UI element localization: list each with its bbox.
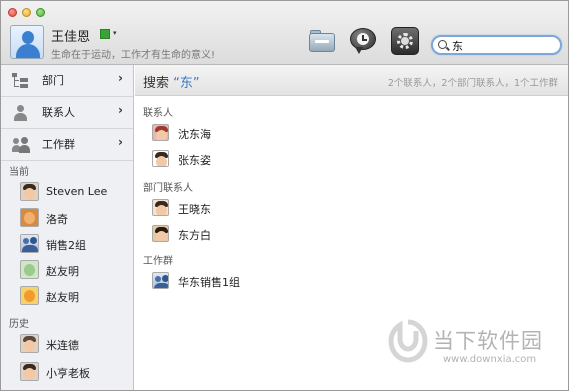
avatar bbox=[20, 182, 39, 201]
recent-item[interactable]: 洛奇 bbox=[1, 205, 133, 231]
sidebar-item-label: 工作群 bbox=[42, 138, 75, 151]
avatar bbox=[20, 260, 39, 279]
contact-name: 张东姿 bbox=[178, 154, 211, 167]
watermark-logo-icon bbox=[388, 319, 428, 363]
minimize-window-button[interactable] bbox=[22, 8, 31, 17]
sidebar-item-workgroups[interactable]: 工作群 › bbox=[1, 129, 133, 160]
results-search-term: “东” bbox=[173, 76, 200, 91]
chevron-right-icon: › bbox=[118, 71, 123, 85]
title-bar: 王佳恩 ▾ 生命在于运动，工作才有生命的意义! bbox=[1, 1, 568, 65]
history-button[interactable] bbox=[349, 27, 377, 55]
chevron-right-icon: › bbox=[118, 103, 123, 117]
recent-item[interactable]: 赵友明 bbox=[1, 257, 133, 283]
sidebar-item-label: 联系人 bbox=[42, 106, 75, 119]
watermark-url: www.downxia.com bbox=[443, 354, 537, 365]
results-header: 搜索 “东” 2个联系人，2个部门联系人，1个工作群 bbox=[135, 65, 568, 96]
avatar bbox=[20, 334, 39, 353]
dept-contacts-section-label: 部门联系人 bbox=[143, 183, 193, 194]
group-avatar-icon bbox=[152, 272, 169, 289]
folder-button[interactable] bbox=[308, 27, 336, 55]
user-name: 王佳恩 bbox=[51, 30, 91, 45]
contact-result[interactable]: 张东姿 bbox=[135, 146, 568, 171]
recent-item-name: 赵友明 bbox=[46, 291, 79, 304]
sidebar-item-departments[interactable]: 部门 › bbox=[1, 65, 133, 96]
section-current-label: 当前 bbox=[9, 167, 29, 178]
sidebar-item-contacts[interactable]: 联系人 › bbox=[1, 97, 133, 128]
online-status-icon[interactable] bbox=[100, 29, 110, 39]
workgroups-section-label: 工作群 bbox=[143, 256, 173, 267]
app-window: 王佳恩 ▾ 生命在于运动，工作才有生命的意义! 东 部门 › 联系人 › 工作群… bbox=[0, 0, 569, 391]
search-icon bbox=[438, 40, 447, 49]
recent-item-name: 销售2组 bbox=[46, 239, 86, 252]
dept-contact-result[interactable]: 东方白 bbox=[135, 221, 568, 246]
avatar bbox=[20, 286, 39, 305]
org-chart-icon bbox=[12, 73, 28, 89]
watermark-text: 当下软件园 bbox=[433, 329, 543, 353]
recent-item-name: Steven Lee bbox=[46, 185, 108, 198]
contacts-section-label: 联系人 bbox=[143, 108, 173, 119]
contact-name: 沈东海 bbox=[178, 128, 211, 141]
group-avatar-icon bbox=[20, 234, 39, 253]
sidebar: 部门 › 联系人 › 工作群 › 当前 Steven Lee 洛奇 销售2组 赵… bbox=[1, 65, 134, 390]
zoom-window-button[interactable] bbox=[36, 8, 45, 17]
history-item-name: 小亨老板 bbox=[46, 367, 90, 380]
contact-result[interactable]: 沈东海 bbox=[135, 120, 568, 145]
workgroup-result[interactable]: 华东销售1组 bbox=[135, 268, 568, 293]
contact-name: 东方白 bbox=[178, 229, 211, 242]
recent-item-name: 赵友明 bbox=[46, 265, 79, 278]
history-item[interactable]: 小亨老板 bbox=[1, 359, 133, 385]
avatar bbox=[20, 208, 39, 227]
avatar bbox=[152, 150, 169, 167]
chevron-right-icon: › bbox=[118, 135, 123, 149]
search-box[interactable] bbox=[431, 35, 562, 55]
settings-button[interactable] bbox=[391, 27, 419, 55]
results-title: 搜索 “东” bbox=[143, 72, 200, 91]
avatar bbox=[152, 225, 169, 242]
user-avatar[interactable] bbox=[10, 25, 44, 59]
person-icon bbox=[12, 105, 28, 121]
dept-contact-result[interactable]: 王晓东 bbox=[135, 195, 568, 220]
status-dropdown-icon[interactable]: ▾ bbox=[113, 29, 117, 37]
history-item-name: 米连德 bbox=[46, 339, 79, 352]
divider bbox=[1, 160, 133, 161]
group-icon bbox=[12, 137, 30, 153]
section-history-label: 历史 bbox=[9, 319, 29, 330]
results-summary: 2个联系人，2个部门联系人，1个工作群 bbox=[387, 78, 558, 89]
recent-item-name: 洛奇 bbox=[46, 213, 68, 226]
search-input[interactable] bbox=[452, 38, 557, 53]
avatar bbox=[20, 362, 39, 381]
avatar bbox=[152, 199, 169, 216]
results-title-prefix: 搜索 bbox=[143, 76, 170, 91]
recent-item[interactable]: Steven Lee bbox=[1, 179, 133, 205]
avatar bbox=[152, 124, 169, 141]
sidebar-item-label: 部门 bbox=[42, 74, 64, 87]
close-window-button[interactable] bbox=[8, 8, 17, 17]
workgroup-name: 华东销售1组 bbox=[178, 276, 240, 289]
user-motto[interactable]: 生命在于运动，工作才有生命的意义! bbox=[51, 46, 215, 61]
history-item[interactable]: 米连德 bbox=[1, 331, 133, 357]
contact-name: 王晓东 bbox=[178, 203, 211, 216]
recent-item[interactable]: 赵友明 bbox=[1, 283, 133, 309]
recent-item[interactable]: 销售2组 bbox=[1, 231, 133, 257]
